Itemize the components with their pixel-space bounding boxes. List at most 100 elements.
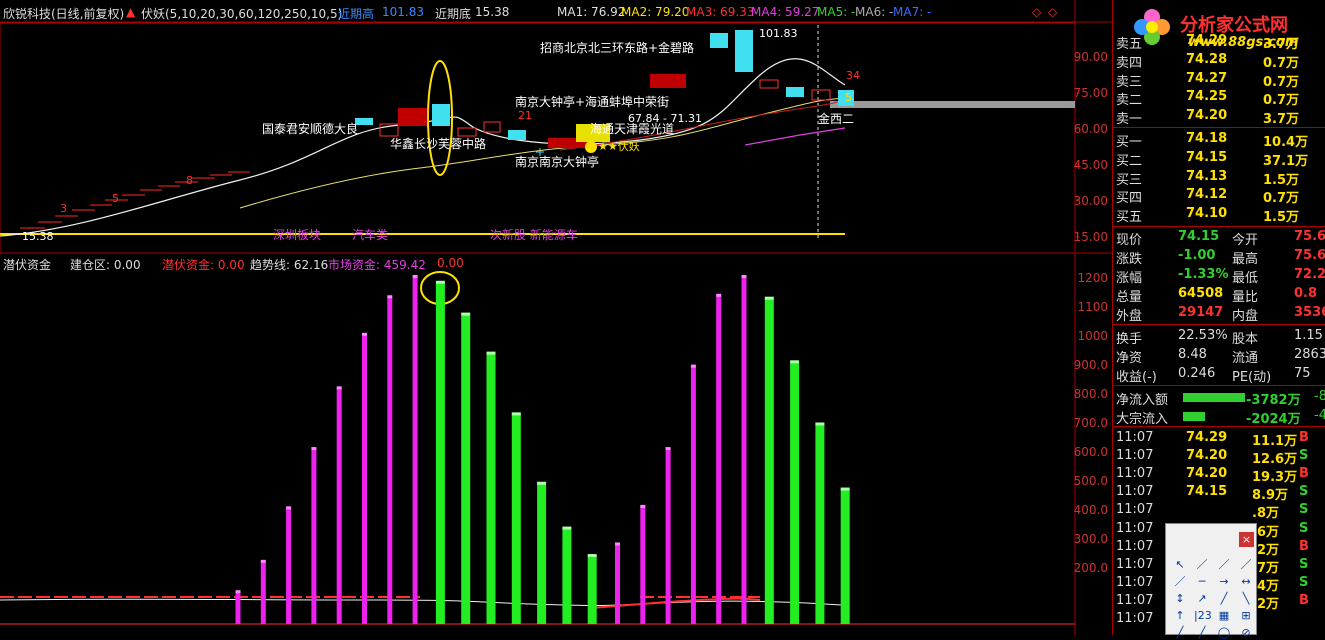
drawing-tool-icon[interactable]: |23: [1194, 609, 1212, 623]
drawing-tool-icon[interactable]: ↑: [1172, 609, 1188, 623]
capital-bar: [260, 561, 266, 624]
drawing-tool-icon[interactable]: →: [1216, 575, 1232, 589]
market-value: 市场资金: 459.42: [328, 258, 426, 272]
tick-price: 74.20: [1186, 466, 1228, 482]
capital-bar-cap: [690, 364, 696, 368]
tick-time: 11:07: [1116, 538, 1154, 554]
tick-time: 11:07: [1116, 502, 1154, 518]
drawing-tool-icon[interactable]: ▦: [1216, 609, 1232, 623]
quote-row: 总量 64508 量比 0.8: [1116, 285, 1325, 305]
drawing-tool-icon[interactable]: ↗: [1194, 592, 1210, 606]
main-y-axis: 90.00 75.00 60.00 45.00 30.00 15.00: [1074, 50, 1108, 244]
drawing-tool-icon[interactable]: ╱: [1194, 626, 1210, 640]
quote-row: 大宗流入 -2024万 -4: [1116, 407, 1325, 427]
bid-volume: 1.5万: [1263, 172, 1300, 188]
tick-price: 74.15: [1186, 484, 1228, 500]
capital-bar-cap: [716, 293, 722, 297]
drawing-tool-icon[interactable]: ◯: [1216, 626, 1232, 640]
sub-axis-label: 700.0: [1074, 416, 1108, 430]
bid-price: 74.12: [1186, 187, 1228, 203]
count-label: 5: [845, 91, 852, 104]
flow-label: 大宗流入: [1116, 411, 1169, 427]
drawing-tools-popup[interactable]: × ↖ ／ ／ ／ ／ ─ → ↔ ↕ ↗ ╱ ╲ ↑ |23 ▦ ⊞ ╱ ╱ ◯ ⊘: [1165, 523, 1257, 639]
stock-name[interactable]: 欣锐科技(日线,前复权): [3, 5, 124, 22]
diamond-icon[interactable]: ◇: [1048, 5, 1057, 19]
capital-bar-cap: [741, 275, 747, 278]
sub-axis-label: 1000: [1077, 329, 1108, 343]
capital-bar: [286, 508, 292, 624]
quote-row: 外盘 29147 内盘 3536: [1116, 304, 1325, 324]
route-label: 金西二: [818, 111, 854, 126]
drawing-tool-icon[interactable]: ／: [1172, 575, 1188, 589]
ask-volume: 0.7万: [1263, 93, 1300, 109]
flower-logo-icon: [1134, 9, 1170, 45]
stat-value: 72.2: [1294, 267, 1325, 282]
divider: [1113, 127, 1325, 128]
drawing-tool-icon[interactable]: ⊘: [1238, 626, 1254, 640]
quote-row: 买一 74.18 10.4万: [1116, 130, 1325, 150]
stat-label: 换手: [1116, 332, 1143, 347]
ma7-value: MA7: -: [893, 5, 932, 19]
tick-time: 11:07: [1116, 484, 1154, 500]
ma5-value: MA5: -: [817, 5, 856, 19]
ask-volume: 0.7万: [1263, 74, 1300, 90]
drawing-tool-icon[interactable]: ╱: [1216, 592, 1232, 606]
capital-bar-cap: [235, 590, 241, 594]
capital-bar: [587, 556, 597, 624]
quote-row: 卖一 74.20 3.7万: [1116, 107, 1325, 127]
bid-label: 买一: [1116, 135, 1143, 150]
jiancang-value: 建仓区: 0.00: [70, 258, 141, 272]
capital-bar-cap: [665, 447, 671, 451]
drawing-tool-icon[interactable]: ↕: [1172, 592, 1188, 606]
drawing-tool-icon[interactable]: ／: [1216, 558, 1232, 572]
bid-volume: 0.7万: [1263, 191, 1300, 207]
capital-bar-cap: [412, 275, 418, 278]
ma6-value: MA6: -: [855, 5, 894, 19]
tick-time: 11:07: [1116, 592, 1154, 608]
drawing-tool-icon[interactable]: ╱: [1172, 626, 1188, 640]
capital-bar-cap: [461, 312, 471, 316]
capital-bar: [537, 483, 547, 624]
arrow-up-icon: ▲: [126, 5, 136, 19]
diamond-icon[interactable]: ◇: [1032, 5, 1041, 19]
kline-chart-area[interactable]: 90.00 75.00 60.00 45.00 30.00 15.00 101.…: [0, 0, 1112, 635]
drawing-tool-icon[interactable]: ／: [1238, 558, 1254, 572]
tick-side: B: [1299, 466, 1309, 482]
drawing-tool-icon[interactable]: ↖: [1172, 558, 1188, 572]
bid-label: 买五: [1116, 210, 1143, 226]
drawing-tool-icon[interactable]: ─: [1194, 575, 1210, 589]
stat-label: 今开: [1232, 233, 1259, 248]
drawing-tool-icon[interactable]: ╲: [1238, 592, 1254, 606]
drawing-tool-icon[interactable]: ↔: [1238, 575, 1254, 589]
ask-label: 卖二: [1116, 93, 1143, 109]
ma-yellow: [239, 97, 846, 209]
capital-bar-cap: [336, 386, 342, 390]
drawing-tool-icon[interactable]: ／: [1194, 558, 1210, 572]
sub-axis-label: 400.0: [1074, 503, 1108, 517]
stat-value: 75.6: [1294, 248, 1325, 263]
zero-value: 0.00: [437, 256, 464, 270]
main-axis-label: 75.00: [1074, 86, 1108, 100]
close-icon[interactable]: ×: [1239, 532, 1254, 547]
capital-bar: [790, 362, 800, 624]
quote-row: 11:07.8万 S: [1116, 501, 1325, 521]
tick-side: B: [1299, 430, 1309, 445]
flow-bar: [1183, 411, 1205, 421]
divider: [1113, 226, 1325, 227]
quote-row: 净资 8.48 流通 2863: [1116, 346, 1325, 366]
quote-row: 换手 22.53% 股本 1.15: [1116, 327, 1325, 347]
indicator-name[interactable]: 伏妖(5,10,20,30,60,120,250,10,5): [141, 5, 342, 22]
stat-label: PE(动): [1232, 370, 1272, 385]
capital-bar-cap: [435, 280, 445, 284]
sub-indicator-title[interactable]: 潜伏资金: [3, 256, 51, 273]
stat-label: 最高: [1232, 252, 1259, 267]
route-label: 海通天津霞光道: [590, 121, 674, 136]
ask-label: 卖三: [1116, 74, 1143, 90]
drawing-tool-icon[interactable]: ⊞: [1238, 609, 1254, 623]
stat-value: 2863: [1294, 347, 1325, 362]
quote-row: 涨跌 -1.00 最高 75.6: [1116, 247, 1325, 267]
flow-bar: [1183, 393, 1245, 402]
route-label: 国泰君安顺德大良: [262, 121, 358, 136]
count-label: 21: [518, 109, 532, 122]
bid-volume: 37.1万: [1263, 153, 1309, 169]
